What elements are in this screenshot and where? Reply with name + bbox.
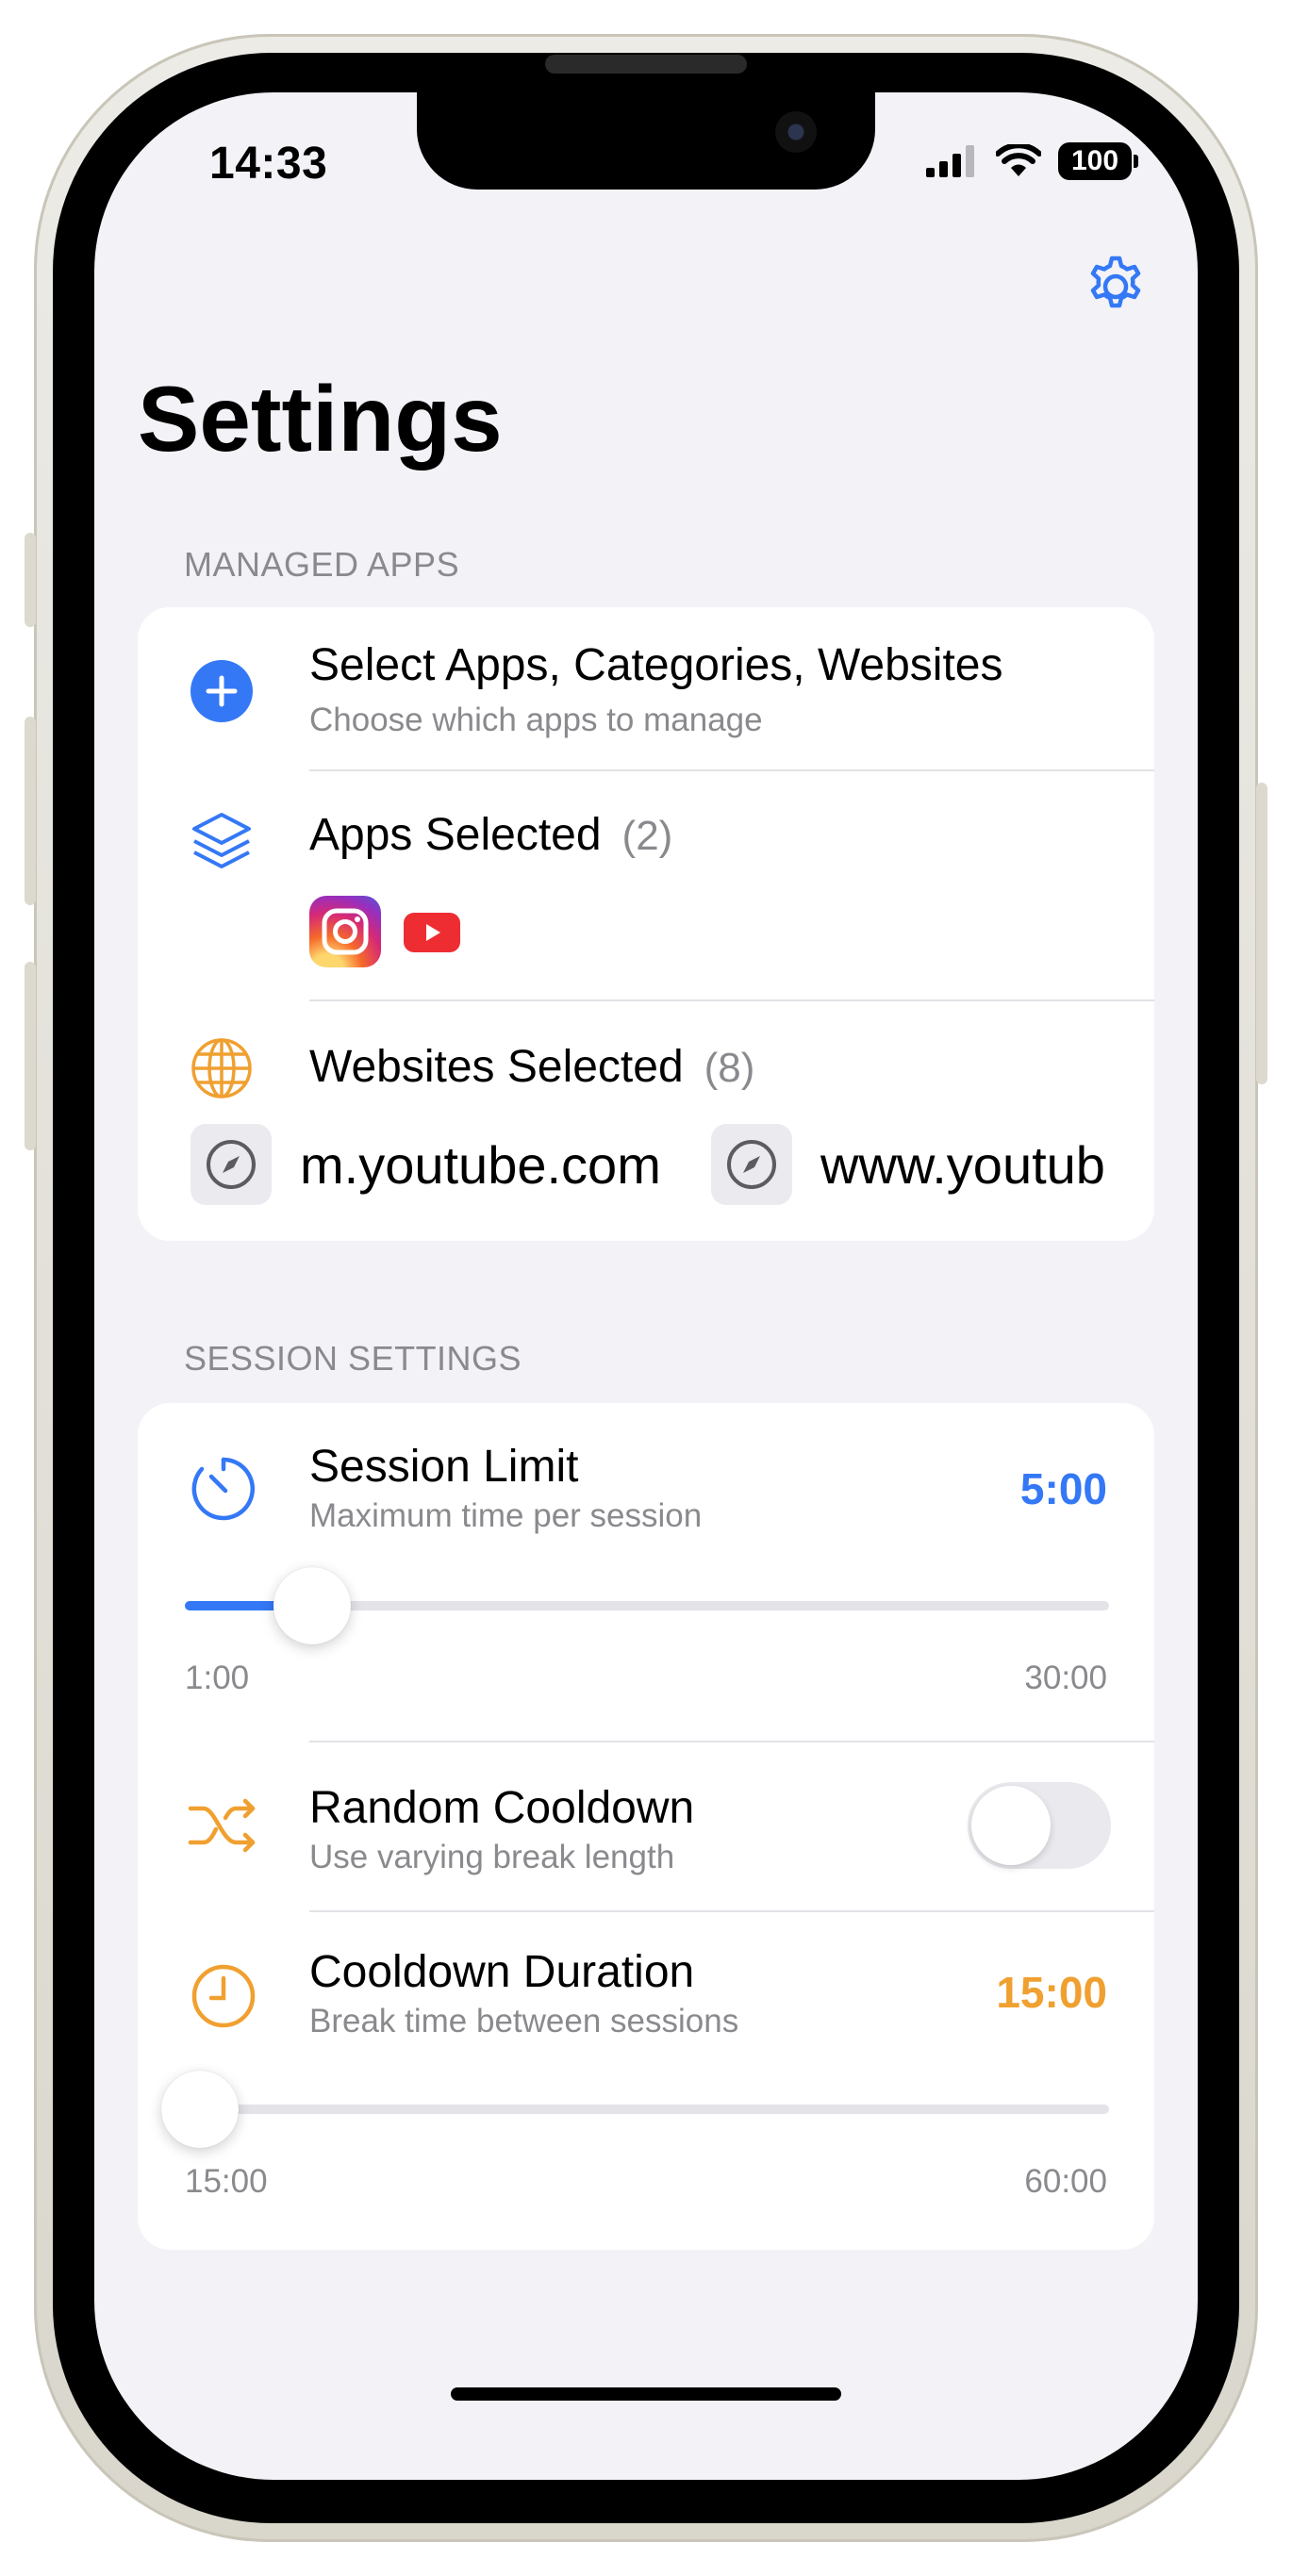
timer-icon	[191, 1457, 256, 1521]
websites-selected-label: Websites Selected	[309, 1042, 684, 1092]
section-header-managed-apps: MANAGED APPS	[184, 545, 460, 584]
status-icons: 100	[926, 138, 1138, 185]
session-limit-subtitle: Maximum time per session	[309, 1497, 703, 1534]
youtube-icon	[404, 913, 460, 952]
gear-icon	[1090, 256, 1141, 308]
volume-down-button	[25, 962, 36, 1150]
volume-up-button	[25, 717, 36, 905]
website-chip-label: www.youtub	[820, 1134, 1105, 1195]
home-indicator	[451, 2387, 841, 2401]
power-button	[1256, 783, 1267, 1084]
websites-chip-strip: m.youtube.com www.youtub	[190, 1124, 1107, 1209]
shuffle-icon	[188, 1798, 256, 1853]
select-apps-row[interactable]: Select Apps, Categories, Websites Choose…	[138, 607, 1154, 771]
cooldown-duration-subtitle: Break time between sessions	[309, 2003, 739, 2039]
session-settings-card: Session Limit Maximum time per session 5…	[138, 1403, 1154, 2250]
apps-selected-label: Apps Selected	[309, 810, 602, 860]
websites-selected-row[interactable]: Websites Selected (8) m.youtube.com www.…	[138, 1001, 1154, 1241]
cooldown-duration-row: Cooldown Duration Break time between ses…	[138, 1912, 1154, 2250]
wifi-icon	[996, 144, 1041, 176]
section-header-session-settings: SESSION SETTINGS	[184, 1339, 522, 1378]
camera	[775, 111, 817, 153]
session-limit-row: Session Limit Maximum time per session 5…	[138, 1403, 1154, 1742]
select-apps-title: Select Apps, Categories, Websites	[309, 640, 1003, 690]
apps-selected-title: Apps Selected (2)	[309, 809, 672, 861]
random-cooldown-title: Random Cooldown	[309, 1783, 695, 1833]
managed-apps-card: Select Apps, Categories, Websites Choose…	[138, 607, 1154, 1241]
random-cooldown-subtitle: Use varying break length	[309, 1839, 675, 1875]
layers-icon	[192, 813, 251, 868]
session-limit-slider[interactable]	[185, 1567, 1109, 1644]
cooldown-duration-value: 15:00	[996, 1968, 1107, 2017]
settings-gear-button[interactable]	[1080, 251, 1151, 322]
random-cooldown-toggle[interactable]	[968, 1782, 1111, 1869]
website-chip[interactable]: www.youtub	[711, 1124, 1105, 1205]
globe-icon	[191, 1038, 252, 1098]
cooldown-duration-max-label: 60:00	[1024, 2163, 1107, 2200]
compass-icon	[190, 1124, 272, 1205]
websites-selected-count: (8)	[704, 1045, 755, 1091]
compass-icon	[711, 1124, 792, 1205]
cooldown-duration-slider[interactable]	[161, 2071, 1109, 2148]
silent-switch	[25, 533, 36, 627]
cooldown-duration-min-label: 15:00	[185, 2163, 268, 2200]
clock-icon	[191, 1964, 256, 2028]
select-apps-subtitle: Choose which apps to manage	[309, 702, 763, 738]
cellular-signal-icon	[926, 145, 974, 177]
websites-selected-title: Websites Selected (8)	[309, 1041, 754, 1093]
website-chip[interactable]: m.youtube.com	[190, 1124, 661, 1205]
session-limit-slider-thumb[interactable]	[273, 1567, 351, 1644]
plus-circle-icon	[190, 660, 253, 722]
apps-selected-count: (2)	[621, 813, 673, 859]
speaker-grille	[545, 55, 747, 74]
session-limit-max-label: 30:00	[1024, 1660, 1107, 1696]
screen: 14:33 100 Settings MANAGED APPS Select A…	[94, 92, 1198, 2480]
apps-selected-row[interactable]: Apps Selected (2)	[138, 771, 1154, 1001]
page-title: Settings	[138, 367, 503, 471]
session-limit-min-label: 1:00	[185, 1660, 250, 1696]
notch	[417, 92, 875, 190]
status-time: 14:33	[209, 139, 328, 189]
cooldown-duration-title: Cooldown Duration	[309, 1947, 695, 1997]
random-cooldown-row: Random Cooldown Use varying break length	[138, 1742, 1154, 1912]
battery-indicator: 100	[1058, 142, 1138, 180]
session-limit-title: Session Limit	[309, 1442, 579, 1492]
instagram-icon	[309, 896, 381, 967]
session-limit-value: 5:00	[1019, 1464, 1107, 1513]
cooldown-duration-slider-thumb[interactable]	[161, 2071, 239, 2148]
website-chip-label: m.youtube.com	[300, 1134, 661, 1195]
toggle-knob	[971, 1786, 1051, 1865]
